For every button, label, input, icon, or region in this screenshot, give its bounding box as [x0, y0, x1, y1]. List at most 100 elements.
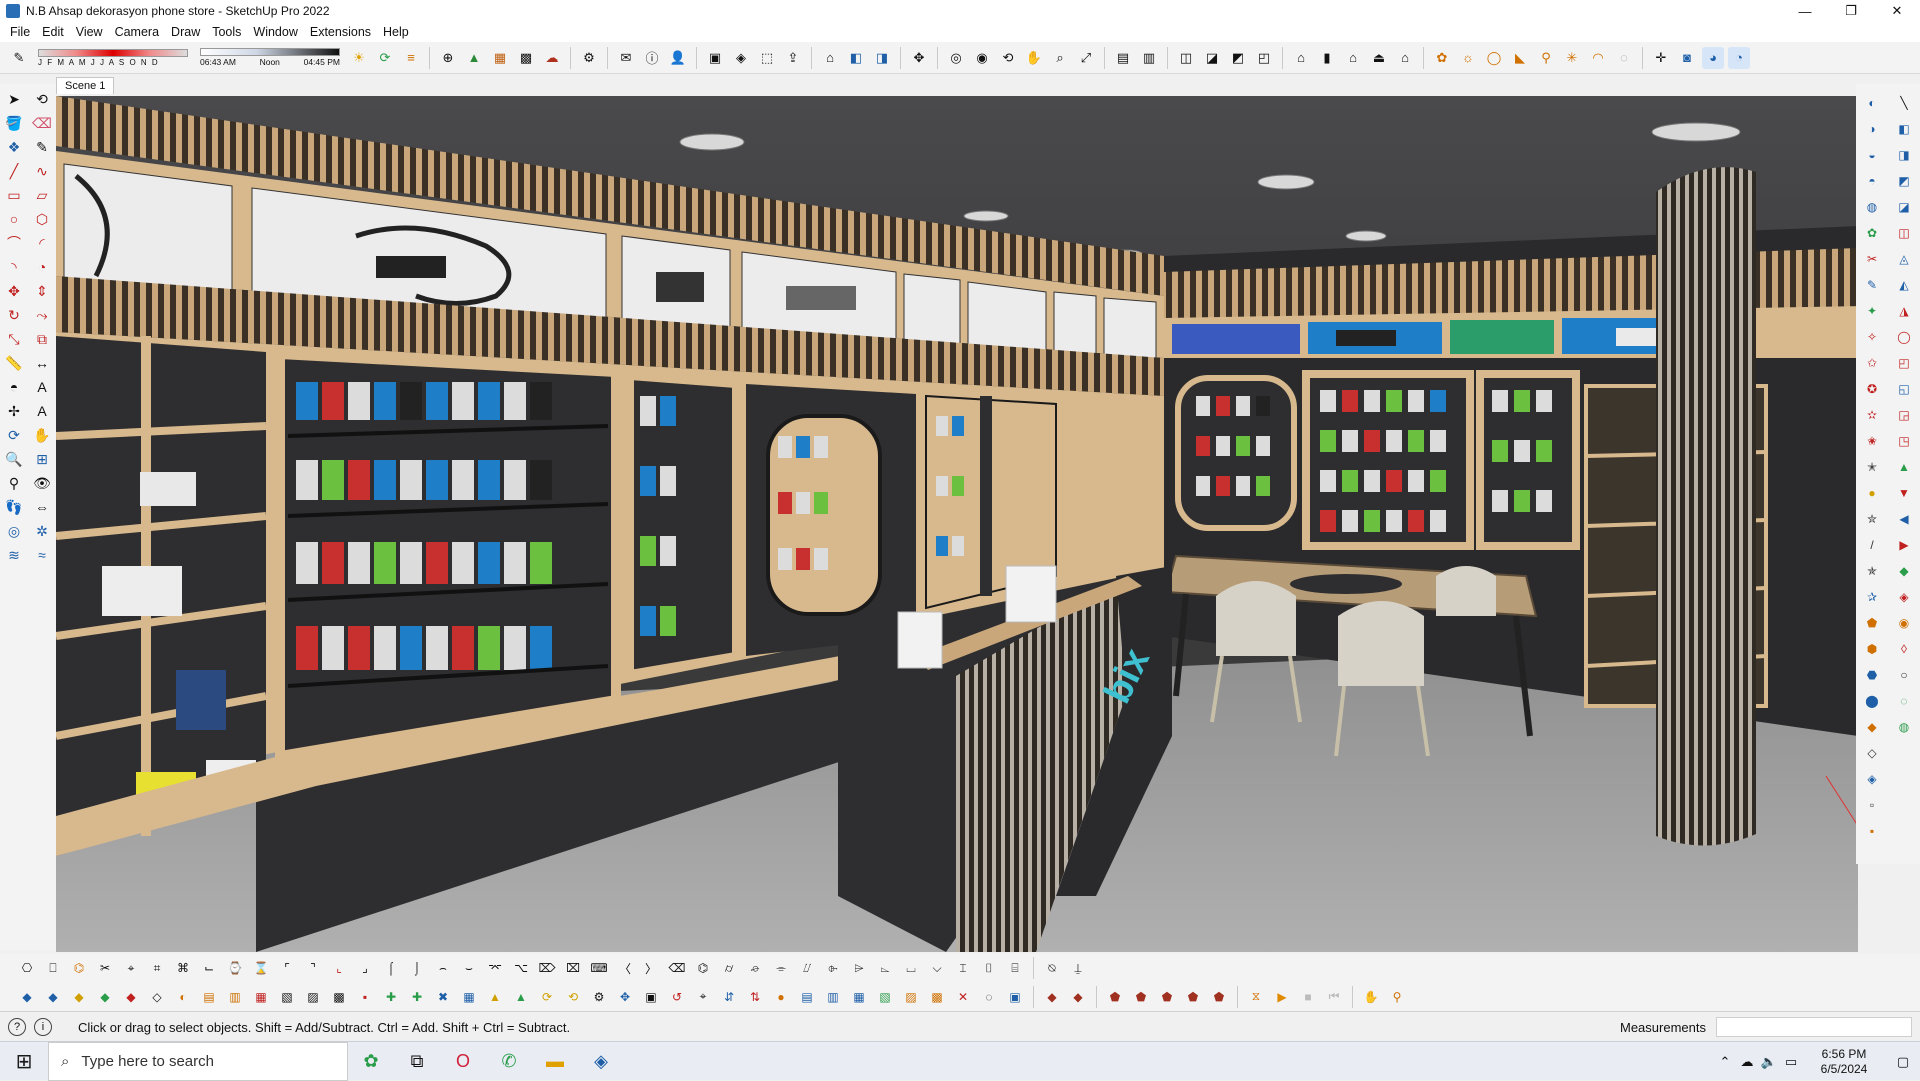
vray-interactive-icon[interactable]: ◔: [1728, 46, 1750, 69]
extension-tool-icon[interactable]: ▣: [1005, 987, 1025, 1007]
extension-tool-icon[interactable]: ◮: [1893, 300, 1915, 322]
plant-widget-icon[interactable]: ✿: [348, 1042, 394, 1081]
extension-tool-icon[interactable]: ⌶: [953, 958, 973, 978]
axes-icon[interactable]: ✛: [1650, 47, 1672, 69]
info-icon[interactable]: ⓘ: [641, 47, 663, 69]
extension-tool-icon[interactable]: ◈: [1861, 768, 1883, 790]
extension-tool-icon[interactable]: 〉: [641, 958, 661, 978]
follow-me-icon[interactable]: ⤳: [30, 304, 54, 326]
extension-tool-icon[interactable]: ◀: [1893, 508, 1915, 530]
extension-tool-icon[interactable]: ⌖: [121, 958, 141, 978]
extension-tool-icon[interactable]: ⌳: [875, 958, 895, 978]
extension-tool-icon[interactable]: ▤: [797, 987, 817, 1007]
vray-asset-editor-icon[interactable]: ◐: [1861, 92, 1883, 114]
zoom-window-icon[interactable]: ⊞: [30, 448, 54, 470]
extension-tool-icon[interactable]: ✕: [953, 987, 973, 1007]
extension-tool-icon[interactable]: ▶: [1893, 534, 1915, 556]
extension-tool-icon[interactable]: ⌯: [771, 958, 791, 978]
xray-icon[interactable]: ◎: [945, 47, 967, 69]
extension-tool-icon[interactable]: ✚: [407, 987, 427, 1007]
menu-extensions[interactable]: Extensions: [304, 25, 377, 39]
extension-tool-icon[interactable]: ⌘: [173, 958, 193, 978]
axes-tool-icon[interactable]: ✢: [2, 400, 26, 422]
rectangle-tool-icon[interactable]: ▭: [2, 184, 26, 206]
sphere-light-icon[interactable]: ◯: [1483, 47, 1505, 69]
extension-tool-icon[interactable]: ◩: [1893, 170, 1915, 192]
extension-tool-icon[interactable]: ⚙: [589, 987, 609, 1007]
extension-tool-icon[interactable]: ⍊: [1068, 958, 1088, 978]
house-icon[interactable]: ⌂: [1290, 47, 1312, 69]
iso-view-icon[interactable]: ◫: [1175, 47, 1197, 69]
extension-tool-icon[interactable]: ▦: [251, 987, 271, 1007]
menu-camera[interactable]: Camera: [109, 25, 165, 39]
extension-tool-icon[interactable]: ⌨: [589, 958, 609, 978]
section-fill-icon[interactable]: ◨: [871, 47, 893, 69]
extension-tool-icon[interactable]: ▪: [1861, 820, 1883, 842]
extension-tool-icon[interactable]: ◰: [1893, 352, 1915, 374]
hidden-line-icon[interactable]: ▥: [1138, 47, 1160, 69]
extension-tool-icon[interactable]: ▨: [901, 987, 921, 1007]
extension-tool-icon[interactable]: ✋: [1361, 987, 1381, 1007]
system-clock[interactable]: 6:56 PM 6/5/2024: [1802, 1047, 1886, 1077]
extension-tool-icon[interactable]: ⌦: [537, 958, 557, 978]
extension-tool-icon[interactable]: ◊: [1893, 638, 1915, 660]
layout-icon[interactable]: ▣: [704, 47, 726, 69]
extension-tool-icon[interactable]: ⌬: [69, 958, 89, 978]
extension-tool-icon[interactable]: ⌮: [745, 958, 765, 978]
opera-browser-icon[interactable]: O: [440, 1042, 486, 1081]
extension-tool-icon[interactable]: ▩: [329, 987, 349, 1007]
component-icon[interactable]: ⬚: [756, 47, 778, 69]
roof-icon[interactable]: ⏏: [1368, 47, 1390, 69]
sandbox-flip-icon[interactable]: ≈: [30, 544, 54, 566]
extension-tool-icon[interactable]: ⬟: [1131, 987, 1151, 1007]
right-view-icon[interactable]: ◰: [1253, 47, 1275, 69]
extension-tool-icon[interactable]: ⌠: [381, 958, 401, 978]
extension-tool-icon[interactable]: ⇵: [719, 987, 739, 1007]
extension-tool-icon[interactable]: ◌: [979, 987, 999, 1007]
extension-tool-icon[interactable]: ⌚: [225, 958, 245, 978]
extension-tool-icon[interactable]: ◐: [173, 987, 193, 1007]
extension-tool-icon[interactable]: ◆: [1042, 987, 1062, 1007]
camera-icon[interactable]: ◙: [1676, 47, 1698, 69]
menu-file[interactable]: File: [4, 25, 36, 39]
extension-tool-icon[interactable]: ◈: [1893, 586, 1915, 608]
3d-text-icon[interactable]: A: [30, 400, 54, 422]
extension-tool-icon[interactable]: ⎕: [43, 958, 63, 978]
taskbar-search-box[interactable]: ⌕ Type here to search: [48, 1041, 348, 1081]
extension-tool-icon[interactable]: ⌤: [485, 958, 505, 978]
notifications-icon[interactable]: ▢: [1886, 1054, 1920, 1070]
rewind-icon[interactable]: ⏮: [1324, 987, 1344, 1007]
two-point-arc-icon[interactable]: ◜: [30, 232, 54, 254]
menu-window[interactable]: Window: [247, 25, 303, 39]
circle-tool-icon[interactable]: ○: [2, 208, 26, 230]
extension-tool-icon[interactable]: ⬟: [1861, 612, 1883, 634]
extension-tool-icon[interactable]: ⬟: [1157, 987, 1177, 1007]
zoom-icon[interactable]: ⌕: [1049, 47, 1071, 69]
extension-tool-icon[interactable]: ◆: [95, 987, 115, 1007]
extension-tool-icon[interactable]: ⌖: [693, 987, 713, 1007]
refresh-icon[interactable]: ⟳: [374, 47, 396, 69]
extension-tool-icon[interactable]: ▫: [1861, 794, 1883, 816]
extension-tool-icon[interactable]: ⌣: [459, 958, 479, 978]
extension-tool-icon[interactable]: ▦: [849, 987, 869, 1007]
extension-tool-icon[interactable]: ◆: [121, 987, 141, 1007]
show-hidden-icons-icon[interactable]: ⌃: [1714, 1054, 1736, 1070]
sketchup-taskbar-icon[interactable]: ◈: [578, 1042, 624, 1081]
extension-tool-icon[interactable]: ⌢: [433, 958, 453, 978]
time-bar[interactable]: [200, 48, 340, 56]
extension-tool-icon[interactable]: ⌫: [667, 958, 687, 978]
extension-tool-icon[interactable]: ◬: [1893, 248, 1915, 270]
dimension-tool-icon[interactable]: ↔: [30, 352, 54, 374]
extension-tool-icon[interactable]: ◫: [1893, 222, 1915, 244]
extension-tool-icon[interactable]: ◲: [1893, 404, 1915, 426]
garage-icon[interactable]: ⌂: [1394, 47, 1416, 69]
warehouse-icon[interactable]: ☁: [541, 47, 563, 69]
text-tool-icon[interactable]: A: [30, 376, 54, 398]
vray-fur-icon[interactable]: ✿: [1861, 222, 1883, 244]
extension-tool-icon[interactable]: ⬟: [1105, 987, 1125, 1007]
extension-tool-icon[interactable]: ⌷: [979, 958, 999, 978]
extension-tool-icon[interactable]: ⟳: [537, 987, 557, 1007]
extension-tool-icon[interactable]: ▦: [459, 987, 479, 1007]
vray-proxy-icon[interactable]: ◍: [1861, 196, 1883, 218]
vray-frame-buffer-icon[interactable]: ◑: [1861, 118, 1883, 140]
